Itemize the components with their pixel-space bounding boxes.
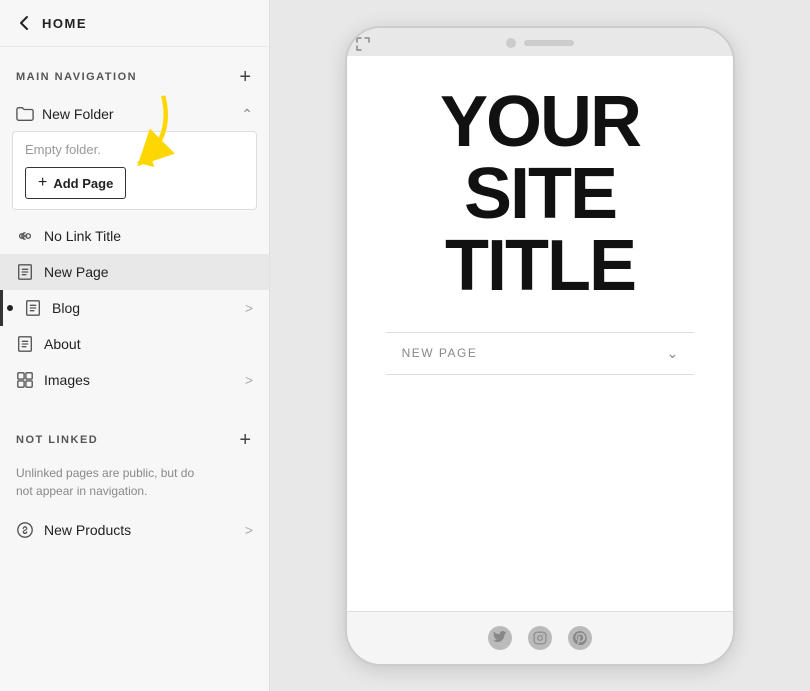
products-chevron-icon: > bbox=[245, 522, 253, 538]
phone-camera bbox=[506, 38, 516, 48]
nav-item-nolink[interactable]: No Link Title bbox=[0, 218, 269, 254]
add-page-label: Add Page bbox=[53, 176, 113, 191]
nav-item-newpage[interactable]: New Page bbox=[0, 254, 269, 290]
page-icon-about bbox=[16, 335, 34, 353]
grid-icon bbox=[16, 371, 34, 389]
main-nav-title: MAIN NAVIGATION bbox=[16, 71, 137, 83]
add-page-button[interactable]: + Add Page bbox=[25, 167, 126, 199]
folder-row[interactable]: New Folder ⌃ bbox=[0, 97, 269, 131]
pinterest-icon bbox=[568, 626, 592, 650]
add-not-linked-button[interactable]: + bbox=[237, 430, 253, 450]
nav-blog-label: Blog bbox=[52, 300, 235, 316]
empty-folder-text: Empty folder. bbox=[25, 142, 244, 157]
folder-chevron-icon[interactable]: ⌃ bbox=[241, 106, 253, 123]
twitter-icon bbox=[488, 626, 512, 650]
not-linked-section: NOT LINKED + Unlinked pages are public, … bbox=[0, 410, 269, 512]
nav-item-products[interactable]: New Products > bbox=[0, 512, 269, 548]
nav-item-images[interactable]: Images > bbox=[0, 362, 269, 398]
phone-frame: YOUR SITE TITLE NEW PAGE ⌄ bbox=[345, 26, 735, 666]
images-chevron-icon: > bbox=[245, 372, 253, 388]
site-title-line1: YOUR bbox=[440, 86, 640, 158]
site-title-line3: TITLE bbox=[440, 230, 640, 302]
nav-nolink-label: No Link Title bbox=[44, 228, 253, 244]
folder-icon bbox=[16, 105, 34, 123]
phone-bottom-bar bbox=[347, 611, 733, 664]
phone-content: YOUR SITE TITLE NEW PAGE ⌄ bbox=[347, 56, 733, 611]
phone-nav-bar[interactable]: NEW PAGE ⌄ bbox=[386, 332, 695, 375]
resize-handle-icon[interactable] bbox=[355, 36, 371, 52]
preview-area: YOUR SITE TITLE NEW PAGE ⌄ bbox=[270, 0, 810, 691]
phone-speaker bbox=[524, 40, 574, 46]
back-arrow-icon[interactable] bbox=[16, 14, 34, 32]
site-title-line2: SITE bbox=[440, 158, 640, 230]
dollar-icon bbox=[16, 521, 34, 539]
nav-newpage-label: New Page bbox=[44, 264, 253, 280]
main-nav-header: MAIN NAVIGATION + bbox=[0, 47, 269, 97]
phone-nav-chevron-icon: ⌄ bbox=[667, 345, 679, 362]
site-title: YOUR SITE TITLE bbox=[420, 56, 660, 322]
arrow-annotation: + Add Page bbox=[25, 167, 126, 199]
nav-item-about[interactable]: About bbox=[0, 326, 269, 362]
not-linked-header: NOT LINKED + bbox=[0, 410, 269, 460]
blog-chevron-icon: > bbox=[245, 300, 253, 316]
unlinked-description: Unlinked pages are public, but do not ap… bbox=[0, 460, 269, 512]
page-icon-newpage bbox=[16, 263, 34, 281]
sidebar: HOME MAIN NAVIGATION + New Folder ⌃ Empt… bbox=[0, 0, 270, 691]
nav-item-blog[interactable]: Blog > bbox=[0, 290, 269, 326]
page-icon-blog bbox=[24, 299, 42, 317]
folder-dropdown: Empty folder. + Add Page bbox=[12, 131, 257, 210]
folder-label: New Folder bbox=[42, 106, 233, 122]
nav-images-label: Images bbox=[44, 372, 235, 388]
nav-about-label: About bbox=[44, 336, 253, 352]
sidebar-header: HOME bbox=[0, 0, 269, 47]
home-label: HOME bbox=[42, 16, 87, 31]
home-dot-indicator bbox=[7, 305, 13, 311]
link-icon bbox=[16, 227, 34, 245]
not-linked-title: NOT LINKED bbox=[16, 434, 98, 446]
add-main-nav-button[interactable]: + bbox=[237, 67, 253, 87]
phone-nav-label: NEW PAGE bbox=[402, 346, 478, 360]
instagram-icon bbox=[528, 626, 552, 650]
nav-products-label: New Products bbox=[44, 522, 235, 538]
phone-top-bar bbox=[347, 28, 733, 56]
